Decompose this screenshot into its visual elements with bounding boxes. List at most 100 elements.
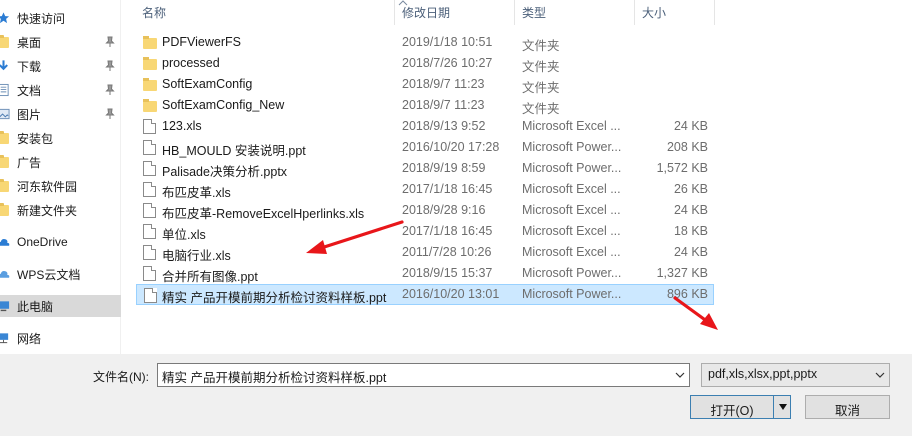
file-name: PDFViewerFS [162,35,241,49]
cloud-icon [0,239,10,246]
filename-input[interactable]: 精实 产品开模前期分析检讨资料样板.ppt [157,363,690,387]
open-button-label: 打开(O) [710,404,754,418]
download-icon [0,60,8,71]
pin-icon[interactable] [105,84,115,96]
file-size: 18 KB [673,224,708,238]
file-row[interactable]: 布匹皮革-RemoveExcelHperlinks.xls 2018/9/28 … [136,200,714,221]
file-type: 文件夹 [522,60,560,74]
file-type: Microsoft Power... [522,161,622,175]
split-divider [773,396,774,418]
column-divider[interactable] [634,0,635,25]
file-type: 文件夹 [522,39,560,53]
file-row[interactable]: processed 2018/7/26 10:27 文件夹 [136,53,714,74]
open-button[interactable]: 打开(O) [690,395,791,419]
column-header-date[interactable]: 修改日期 [402,4,450,21]
nav-item-this-pc[interactable]: 此电脑 [0,295,121,317]
file-row[interactable]: 合并所有图像.ppt 2018/9/15 15:37 Microsoft Pow… [136,263,714,284]
open-dropdown-icon[interactable] [778,402,788,412]
column-headers: 名称 修改日期 类型 大小 [136,0,716,25]
nav-item-pictures[interactable]: 图片 [0,103,121,125]
nav-label: OneDrive [17,235,68,249]
file-date: 2018/9/28 9:16 [402,203,486,217]
file-icon [143,224,156,239]
nav-item-install-packages[interactable]: 安装包 [0,127,121,149]
folder-icon [143,57,157,70]
nav-item-desktop[interactable]: 桌面 [0,31,121,53]
file-size: 24 KB [673,119,708,133]
nav-item-network[interactable]: 网络 [0,327,121,349]
nav-item-documents[interactable]: 文档 [0,79,121,101]
file-row[interactable]: Palisade决策分析.pptx 2018/9/19 8:59 Microso… [136,158,714,179]
file-type-filter[interactable]: pdf,xls,xlsx,ppt,pptx [701,363,890,387]
column-header-size[interactable]: 大小 [642,4,666,21]
cancel-button[interactable]: 取消 [805,395,890,419]
file-date: 2017/1/18 16:45 [402,182,493,196]
file-size: 1,327 KB [656,266,708,280]
file-name: SoftExamConfig_New [162,98,285,112]
file-name: 电脑行业.xls [162,249,231,263]
chevron-down-icon[interactable] [672,365,688,385]
nav-item-wps-cloud[interactable]: WPS云文档 [0,263,121,285]
column-divider[interactable] [394,0,395,25]
file-date: 2016/10/20 13:01 [402,287,500,301]
nav-item-new-folder[interactable]: 新建文件夹 [0,199,121,221]
folder-icon [143,99,157,112]
file-type: Microsoft Power... [522,287,622,301]
dialog-footer: 文件名(N): 精实 产品开模前期分析检讨资料样板.ppt pdf,xls,xl… [0,354,912,436]
pin-icon[interactable] [105,60,115,72]
file-size: 1,572 KB [656,161,708,175]
file-row-selected[interactable]: 精实 产品开模前期分析检讨资料样板.ppt 2016/10/20 13:01 M… [136,284,714,305]
file-name: SoftExamConfig [162,77,253,91]
file-date: 2018/9/7 11:23 [402,77,485,91]
folder-icon [0,35,9,48]
file-name: 123.xls [162,119,202,133]
nav-item-downloads[interactable]: 下载 [0,55,121,77]
network-icon [0,333,9,344]
file-name: 精实 产品开模前期分析检讨资料样板.ppt [162,291,387,305]
file-size: 26 KB [673,182,708,196]
file-date: 2011/7/28 10:26 [402,245,492,259]
column-divider[interactable] [514,0,515,25]
filename-value: 精实 产品开模前期分析检讨资料样板.ppt [162,371,387,385]
pin-icon[interactable] [105,36,115,48]
file-row[interactable]: SoftExamConfig 2018/9/7 11:23 文件夹 [136,74,714,95]
nav-label: WPS云文档 [17,267,81,282]
file-row[interactable]: SoftExamConfig_New 2018/9/7 11:23 文件夹 [136,95,714,116]
file-row[interactable]: PDFViewerFS 2019/1/18 10:51 文件夹 [136,32,714,53]
nav-item-ads[interactable]: 广告 [0,151,121,173]
file-row[interactable]: 电脑行业.xls 2011/7/28 10:26 Microsoft Excel… [136,242,714,263]
nav-label: 下载 [17,59,42,74]
column-divider[interactable] [714,0,715,25]
file-icon [143,119,156,134]
file-type: Microsoft Excel ... [522,245,621,259]
folder-icon [0,155,9,168]
file-type: Microsoft Power... [522,140,622,154]
column-header-name[interactable]: 名称 [142,4,166,21]
nav-label: 此电脑 [17,299,54,314]
folder-icon [143,36,157,49]
file-name: 合并所有图像.ppt [162,270,258,284]
file-type: 文件夹 [522,81,560,95]
file-row[interactable]: HB_MOULD 安装说明.ppt 2016/10/20 17:28 Micro… [136,137,714,158]
file-date: 2017/1/18 16:45 [402,224,493,238]
computer-icon [0,301,10,312]
file-size: 208 KB [666,140,708,154]
nav-item-quick-access[interactable]: 快速访问 [0,7,121,29]
cloud-icon [0,271,10,278]
file-size: 24 KB [673,203,708,217]
file-row[interactable]: 123.xls 2018/9/13 9:52 Microsoft Excel .… [136,116,714,137]
pin-icon[interactable] [105,108,115,120]
file-row[interactable]: 布匹皮革.xls 2017/1/18 16:45 Microsoft Excel… [136,179,714,200]
nav-label: 桌面 [17,35,42,50]
nav-item-hedong[interactable]: 河东软件园 [0,175,121,197]
file-date: 2018/9/19 8:59 [402,161,486,175]
column-header-type[interactable]: 类型 [522,4,546,21]
file-type: Microsoft Excel ... [522,119,621,133]
document-icon [0,83,9,97]
file-row[interactable]: 单位.xls 2017/1/18 16:45 Microsoft Excel .… [136,221,714,242]
chevron-down-icon [875,372,885,378]
star-icon [0,12,10,24]
nav-label: 安装包 [17,131,54,146]
file-date: 2018/9/15 15:37 [402,266,493,280]
nav-item-onedrive[interactable]: OneDrive [0,231,121,253]
